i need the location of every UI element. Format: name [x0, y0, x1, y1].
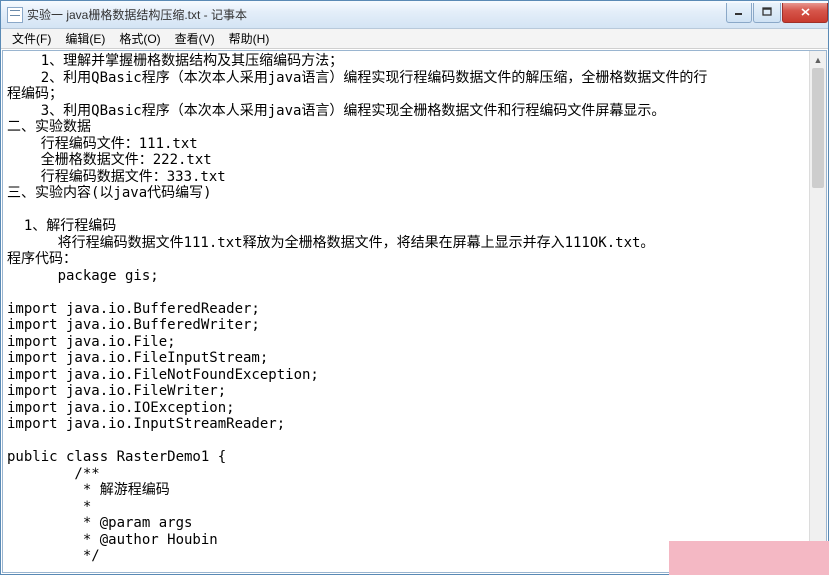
menubar: 文件(F) 编辑(E) 格式(O) 查看(V) 帮助(H)	[1, 29, 828, 49]
notepad-icon	[7, 7, 23, 23]
titlebar[interactable]: 实验一 java栅格数据结构压缩.txt - 记事本	[1, 1, 828, 29]
scroll-thumb[interactable]	[812, 68, 824, 188]
scroll-up-button[interactable]: ▲	[810, 51, 826, 68]
menu-format[interactable]: 格式(O)	[112, 29, 167, 48]
minimize-button[interactable]	[726, 3, 752, 23]
window-controls	[725, 3, 828, 23]
editor-area[interactable]: 1、理解并掌握栅格数据结构及其压缩编码方法； 2、利用QBasic程序（本次本人…	[2, 50, 827, 573]
window-title: 实验一 java栅格数据结构压缩.txt - 记事本	[27, 6, 725, 23]
vertical-scrollbar[interactable]: ▲ ▼	[809, 51, 826, 572]
close-button[interactable]	[782, 3, 828, 23]
notepad-window: 实验一 java栅格数据结构压缩.txt - 记事本 文件(F) 编辑(E) 格…	[0, 0, 829, 575]
menu-edit[interactable]: 编辑(E)	[58, 29, 112, 48]
menu-file[interactable]: 文件(F)	[5, 29, 58, 48]
menu-help[interactable]: 帮助(H)	[222, 29, 277, 48]
maximize-button[interactable]	[753, 3, 781, 23]
text-content[interactable]: 1、理解并掌握栅格数据结构及其压缩编码方法； 2、利用QBasic程序（本次本人…	[3, 51, 826, 567]
menu-view[interactable]: 查看(V)	[168, 29, 222, 48]
scroll-track[interactable]	[810, 68, 826, 555]
overlay-watermark	[669, 541, 829, 575]
